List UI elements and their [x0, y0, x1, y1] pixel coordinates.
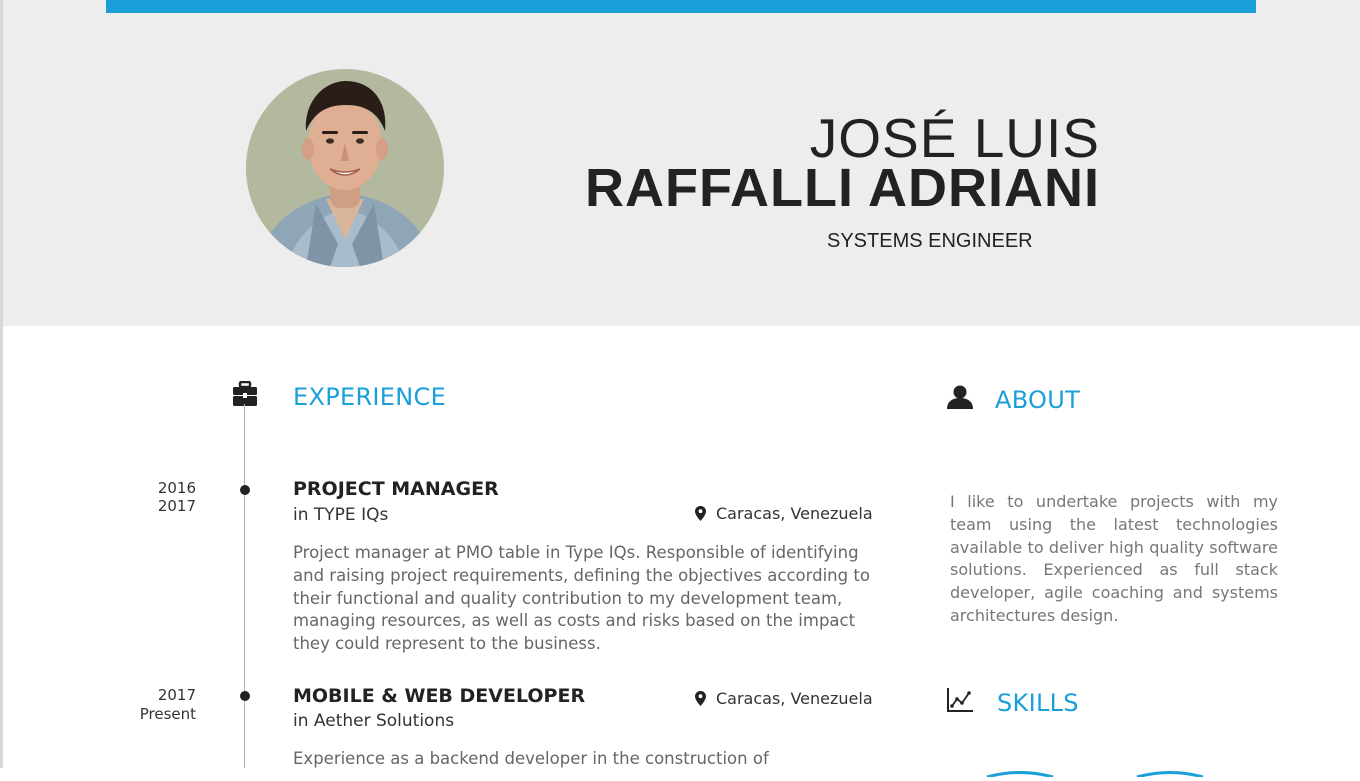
job-title: SYSTEMS ENGINEER — [827, 230, 1033, 252]
last-name: RAFFALLI ADRIANI — [585, 158, 1100, 218]
location-pin-icon — [695, 506, 706, 525]
briefcase-icon — [232, 380, 258, 411]
section-title-experience: EXPERIENCE — [293, 383, 447, 411]
user-icon — [947, 385, 973, 413]
job-role: MOBILE & WEB DEVELOPER — [293, 685, 586, 707]
avatar — [246, 69, 444, 267]
profile-photo — [246, 69, 444, 267]
job-location: Caracas, Venezuela — [716, 504, 873, 523]
skill-gauge — [985, 762, 1055, 781]
section-title-about: ABOUT — [995, 386, 1081, 414]
job-location: Caracas, Venezuela — [716, 689, 873, 708]
job-description: Project manager at PMO table in Type IQs… — [293, 543, 870, 654]
accent-top-bar-overlay — [106, 0, 1253, 13]
job-year-end: 2017 — [157, 497, 196, 515]
timeline-dot — [240, 691, 250, 701]
timeline-dot — [240, 485, 250, 495]
job-year-start: 2017 — [157, 686, 196, 704]
skill-gauge — [1135, 762, 1205, 781]
section-title-skills: SKILLS — [997, 689, 1079, 717]
job-company: in TYPE IQs — [293, 505, 389, 525]
location-pin-icon — [695, 691, 706, 710]
job-year-end: Present — [139, 705, 196, 723]
chart-line-icon — [946, 686, 974, 718]
timeline-line — [244, 404, 245, 768]
job-description: Experience as a backend developer in the… — [293, 749, 769, 768]
job-year-start: 2016 — [157, 479, 196, 497]
about-text: I like to undertake projects with my tea… — [950, 492, 1278, 625]
job-company: in Aether Solutions — [293, 711, 455, 731]
job-role: PROJECT MANAGER — [293, 478, 499, 500]
